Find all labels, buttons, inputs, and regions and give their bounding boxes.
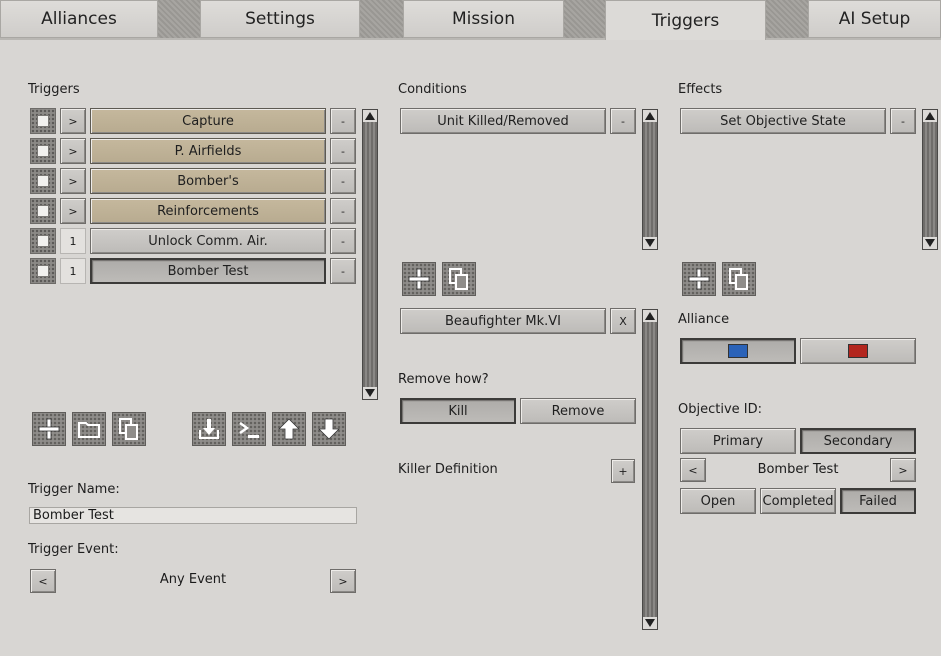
- tab-label: AI Setup: [838, 9, 911, 29]
- scroll-down-arrow-icon[interactable]: [643, 237, 657, 249]
- event-prev-button[interactable]: <: [30, 569, 56, 593]
- objective-secondary-button[interactable]: Secondary: [800, 428, 916, 454]
- copy-icon[interactable]: [112, 412, 146, 446]
- objective-name: Bomber Test: [757, 462, 839, 477]
- trigger-event-value: Any Event: [159, 572, 227, 587]
- trigger-expand-button[interactable]: >: [60, 168, 86, 194]
- unit-remove-button[interactable]: X: [610, 308, 636, 334]
- scroll-up-arrow-icon[interactable]: [643, 110, 657, 122]
- objective-id-label: Objective ID:: [678, 402, 762, 417]
- triggers-heading: Triggers: [28, 82, 80, 97]
- tab-label: Alliances: [41, 9, 117, 29]
- trigger-row[interactable]: P. Airfields: [90, 138, 326, 164]
- trigger-enable-checkbox[interactable]: [30, 108, 56, 134]
- conditions-scrollbar[interactable]: [642, 109, 658, 250]
- conditions-heading: Conditions: [398, 82, 467, 97]
- scroll-down-arrow-icon[interactable]: [923, 237, 937, 249]
- remove-how-remove-button[interactable]: Remove: [520, 398, 636, 424]
- condition-remove-button[interactable]: -: [610, 108, 636, 134]
- add-icon[interactable]: [32, 412, 66, 446]
- trigger-count: 1: [60, 258, 86, 284]
- import-icon[interactable]: [192, 412, 226, 446]
- tab-bar: Alliances Settings Mission Triggers AI S…: [0, 0, 941, 40]
- trigger-enable-checkbox[interactable]: [30, 198, 56, 224]
- trigger-enable-checkbox[interactable]: [30, 258, 56, 284]
- killer-definition-label: Killer Definition: [398, 462, 498, 477]
- scroll-down-arrow-icon[interactable]: [643, 617, 657, 629]
- tab-label: Triggers: [651, 10, 720, 31]
- triggers-scrollbar[interactable]: [362, 109, 378, 400]
- trigger-row[interactable]: Unlock Comm. Air.: [90, 228, 326, 254]
- trigger-count: 1: [60, 228, 86, 254]
- copy-condition-icon[interactable]: [442, 262, 476, 296]
- state-failed-button[interactable]: Failed: [840, 488, 916, 514]
- trigger-event-label: Trigger Event:: [28, 542, 119, 557]
- trigger-remove-button[interactable]: -: [330, 108, 356, 134]
- trigger-remove-button[interactable]: -: [330, 138, 356, 164]
- scroll-up-arrow-icon[interactable]: [923, 110, 937, 122]
- trigger-row[interactable]: Capture: [90, 108, 326, 134]
- scroll-down-arrow-icon[interactable]: [363, 387, 377, 399]
- trigger-expand-button[interactable]: >: [60, 198, 86, 224]
- trigger-name-label: Trigger Name:: [28, 482, 120, 497]
- scroll-up-arrow-icon[interactable]: [363, 110, 377, 122]
- objective-primary-button[interactable]: Primary: [680, 428, 796, 454]
- trigger-name-input[interactable]: Bomber Test: [29, 507, 357, 524]
- move-up-icon[interactable]: [272, 412, 306, 446]
- tab-separator: [360, 0, 403, 38]
- tab-label: Settings: [245, 9, 315, 29]
- tab-alliances[interactable]: Alliances: [0, 0, 158, 38]
- add-condition-icon[interactable]: [402, 262, 436, 296]
- effect-remove-button[interactable]: -: [890, 108, 916, 134]
- terminal-icon[interactable]: [232, 412, 266, 446]
- effects-scrollbar[interactable]: [922, 109, 938, 250]
- trigger-expand-button[interactable]: >: [60, 138, 86, 164]
- trigger-remove-button[interactable]: -: [330, 258, 356, 284]
- effect-row[interactable]: Set Objective State: [680, 108, 886, 134]
- objective-next-button[interactable]: >: [890, 458, 916, 482]
- tab-mission[interactable]: Mission: [403, 0, 564, 38]
- blue-alliance-swatch: [728, 344, 748, 358]
- tab-label: Mission: [451, 9, 515, 29]
- remove-how-label: Remove how?: [398, 372, 489, 387]
- trigger-enable-checkbox[interactable]: [30, 228, 56, 254]
- move-down-icon[interactable]: [312, 412, 346, 446]
- tab-ai-setup[interactable]: AI Setup: [808, 0, 941, 38]
- event-next-button[interactable]: >: [330, 569, 356, 593]
- trigger-expand-button[interactable]: >: [60, 108, 86, 134]
- remove-how-kill-button[interactable]: Kill: [400, 398, 516, 424]
- effects-heading: Effects: [678, 82, 723, 97]
- tab-separator: [564, 0, 605, 38]
- alliance-label: Alliance: [678, 312, 730, 327]
- state-open-button[interactable]: Open: [680, 488, 756, 514]
- trigger-enable-checkbox[interactable]: [30, 168, 56, 194]
- condition-detail-scrollbar[interactable]: [642, 309, 658, 630]
- alliance-red-button[interactable]: [800, 338, 916, 364]
- trigger-remove-button[interactable]: -: [330, 198, 356, 224]
- scroll-up-arrow-icon[interactable]: [643, 310, 657, 322]
- copy-effect-icon[interactable]: [722, 262, 756, 296]
- trigger-row-selected[interactable]: Bomber Test: [90, 258, 326, 284]
- alliance-blue-button[interactable]: [680, 338, 796, 364]
- folder-icon[interactable]: [72, 412, 106, 446]
- condition-row[interactable]: Unit Killed/Removed: [400, 108, 606, 134]
- tab-settings[interactable]: Settings: [200, 0, 360, 38]
- tab-separator: [766, 0, 808, 38]
- red-alliance-swatch: [848, 344, 868, 358]
- add-killer-button[interactable]: +: [611, 459, 635, 483]
- trigger-remove-button[interactable]: -: [330, 168, 356, 194]
- trigger-enable-checkbox[interactable]: [30, 138, 56, 164]
- trigger-row[interactable]: Bomber's: [90, 168, 326, 194]
- state-completed-button[interactable]: Completed: [760, 488, 836, 514]
- objective-prev-button[interactable]: <: [680, 458, 706, 482]
- trigger-remove-button[interactable]: -: [330, 228, 356, 254]
- tab-separator: [158, 0, 200, 38]
- tab-triggers[interactable]: Triggers: [605, 0, 766, 40]
- condition-unit-row[interactable]: Beaufighter Mk.VI: [400, 308, 606, 334]
- add-effect-icon[interactable]: [682, 262, 716, 296]
- trigger-row[interactable]: Reinforcements: [90, 198, 326, 224]
